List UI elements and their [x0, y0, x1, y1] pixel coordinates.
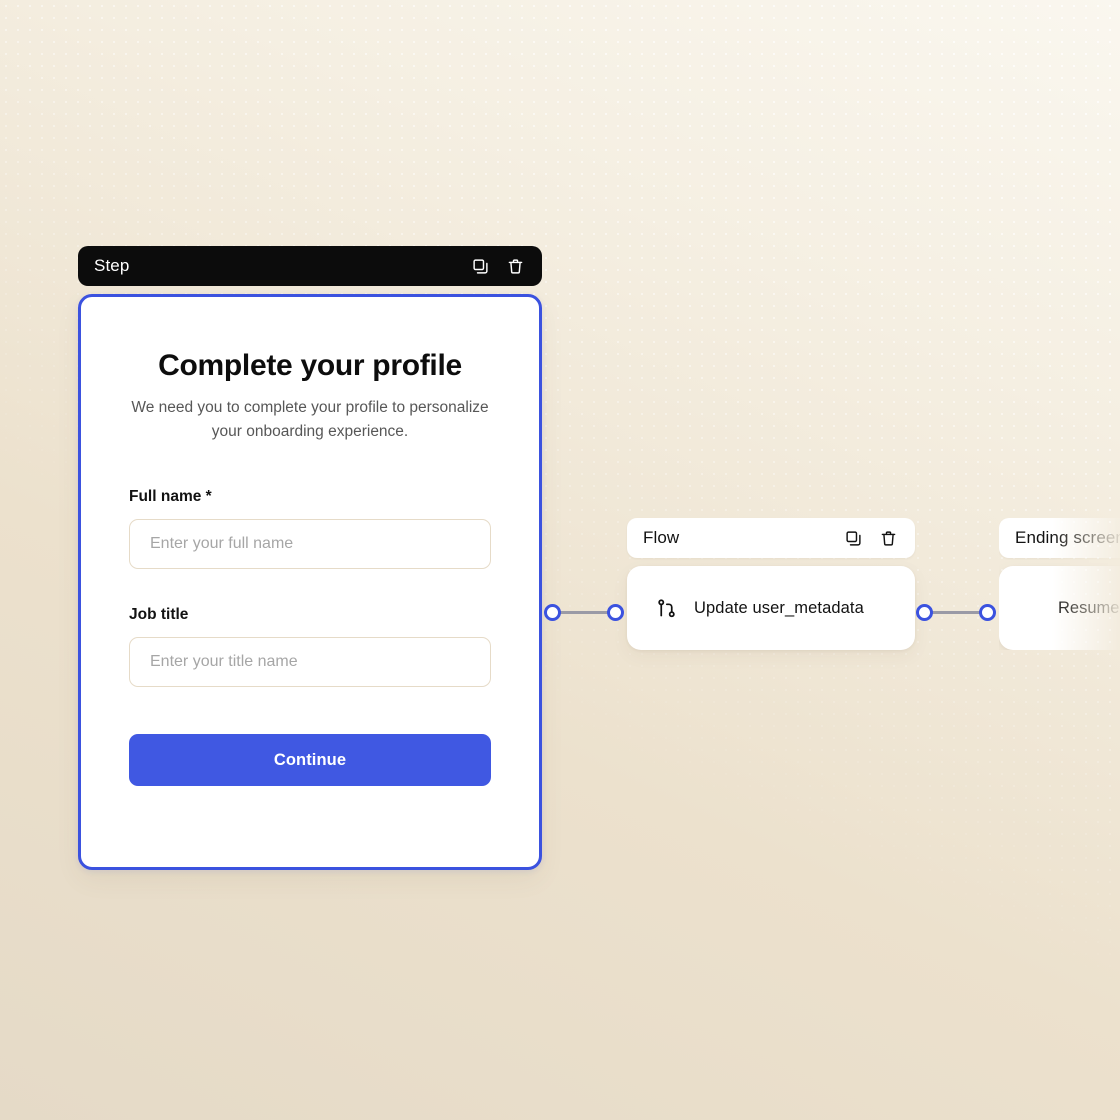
full-name-field-group: Full name * [129, 488, 491, 570]
ending-node-input-handle[interactable] [979, 604, 996, 621]
trash-icon[interactable] [877, 527, 899, 549]
ending-node-header[interactable]: Ending screen [999, 518, 1120, 558]
continue-button[interactable]: Continue [129, 734, 491, 787]
flow-canvas[interactable]: Ending screen Resume auth Flow [0, 0, 1120, 1120]
flow-node-title: Flow [643, 528, 680, 547]
flow-node-input-handle[interactable] [607, 604, 624, 621]
git-branch-icon [656, 598, 677, 619]
ending-node-title: Ending screen [1015, 528, 1120, 547]
flow-node-header[interactable]: Flow [627, 518, 915, 558]
step-node-output-handle[interactable] [544, 604, 561, 621]
copy-icon[interactable] [469, 255, 491, 277]
flow-node-header-actions [842, 527, 899, 549]
trash-icon[interactable] [504, 255, 526, 277]
copy-icon[interactable] [842, 527, 864, 549]
step-node-body[interactable]: Complete your profile We need you to com… [78, 294, 542, 870]
full-name-input[interactable] [129, 519, 491, 570]
flow-node-body[interactable]: Update user_metadata [627, 566, 915, 650]
step-node-title: Step [94, 256, 130, 275]
step-node-header[interactable]: Step [78, 246, 542, 286]
job-title-input[interactable] [129, 637, 491, 688]
ending-node-row-label: Resume auth [1058, 598, 1120, 617]
step-node[interactable]: Step Complete your profile We need you t… [78, 246, 542, 870]
ending-node-body[interactable]: Resume auth [999, 566, 1120, 650]
flow-node[interactable]: Flow Update user_metadata [627, 518, 915, 650]
flow-node-row-label: Update user_metadata [694, 598, 864, 617]
page-title: Complete your profile [158, 349, 462, 382]
job-title-label: Job title [129, 606, 189, 624]
job-title-field-group: Job title [129, 606, 491, 688]
page-subtitle: We need you to complete your profile to … [131, 399, 489, 440]
full-name-label: Full name * [129, 488, 212, 506]
ending-screen-node[interactable]: Ending screen Resume auth [999, 518, 1120, 650]
flow-node-output-handle[interactable] [916, 604, 933, 621]
step-node-header-actions [469, 255, 526, 277]
